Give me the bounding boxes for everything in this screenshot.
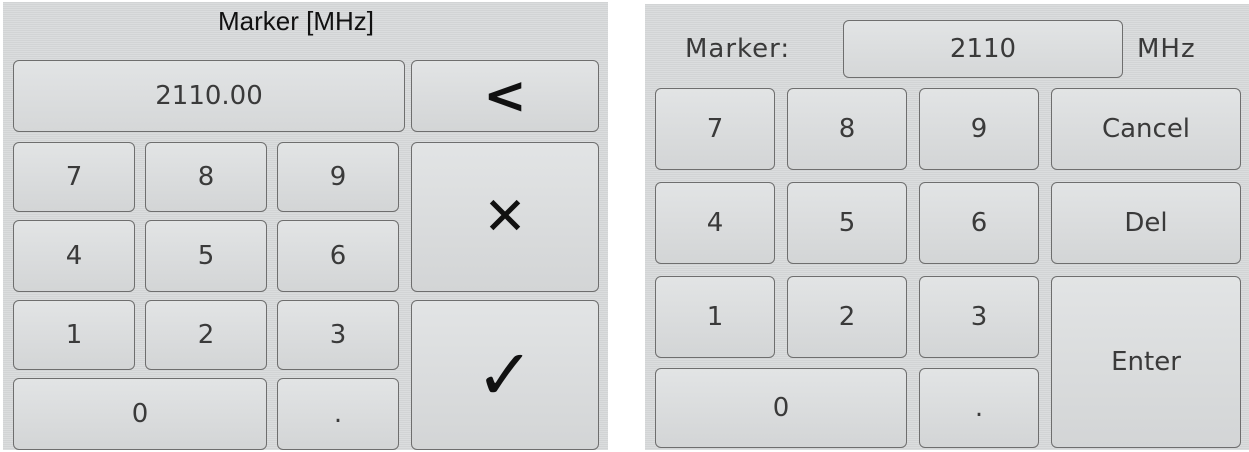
key-decimal[interactable]: . (277, 378, 399, 450)
key-7[interactable]: 7 (13, 142, 135, 212)
key-5[interactable]: 5 (787, 182, 907, 264)
key-1[interactable]: 1 (13, 300, 135, 370)
key-2[interactable]: 2 (787, 276, 907, 358)
value-display: 2110 (843, 20, 1123, 78)
key-4[interactable]: 4 (655, 182, 775, 264)
key-8[interactable]: 8 (145, 142, 267, 212)
confirm-button[interactable]: ✓ (411, 300, 599, 450)
cancel-button[interactable]: Cancel (1051, 88, 1241, 170)
key-0[interactable]: 0 (655, 368, 907, 448)
value-display: 2110.00 (13, 60, 405, 132)
backspace-button[interactable]: < (411, 60, 599, 132)
key-6[interactable]: 6 (277, 220, 399, 292)
keypad-screen-right: Marker: 2110 MHz 7 8 9 Cancel 4 5 6 Del … (645, 4, 1249, 450)
unit-label: MHz (1137, 34, 1196, 64)
key-9[interactable]: 9 (277, 142, 399, 212)
marker-label: Marker: (685, 34, 791, 64)
key-6[interactable]: 6 (919, 182, 1039, 264)
keypad-title: Marker [MHz] (218, 6, 374, 36)
enter-button[interactable]: Enter (1051, 276, 1241, 448)
cancel-button[interactable]: ✕ (411, 142, 599, 292)
keypad-screen-left: Marker [MHz] 2110.00 < 7 8 9 ✕ 4 5 6 1 2… (3, 2, 608, 450)
delete-button[interactable]: Del (1051, 182, 1241, 264)
key-9[interactable]: 9 (919, 88, 1039, 170)
key-3[interactable]: 3 (919, 276, 1039, 358)
key-5[interactable]: 5 (145, 220, 267, 292)
key-3[interactable]: 3 (277, 300, 399, 370)
key-4[interactable]: 4 (13, 220, 135, 292)
key-8[interactable]: 8 (787, 88, 907, 170)
key-7[interactable]: 7 (655, 88, 775, 170)
key-decimal[interactable]: . (919, 368, 1039, 448)
key-1[interactable]: 1 (655, 276, 775, 358)
key-2[interactable]: 2 (145, 300, 267, 370)
key-0[interactable]: 0 (13, 378, 267, 450)
